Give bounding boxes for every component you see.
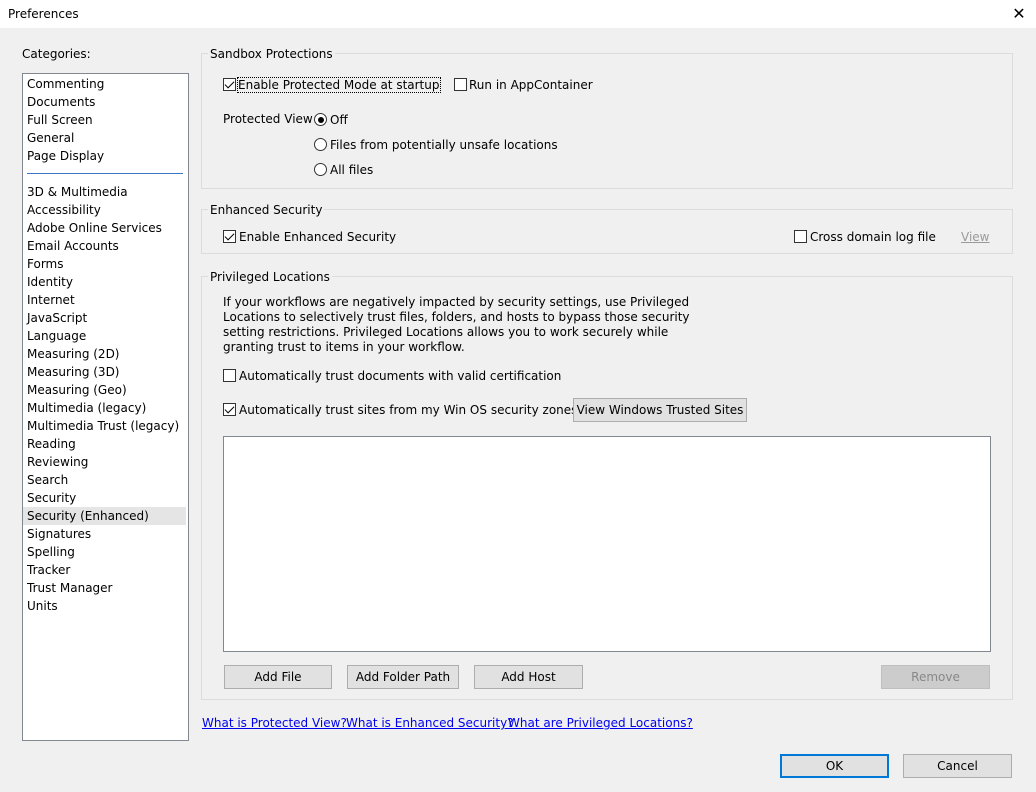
sidebar-item-documents[interactable]: Documents bbox=[23, 93, 186, 111]
enhanced-security-label[interactable]: Enable Enhanced Security bbox=[239, 230, 396, 244]
sidebar-item-units[interactable]: Units bbox=[23, 597, 186, 615]
protected-view-label: Protected View bbox=[223, 112, 313, 126]
categories-list[interactable]: Commenting Documents Full Screen General Pag… bbox=[22, 73, 189, 741]
sidebar-item-email-accounts[interactable]: Email Accounts bbox=[23, 237, 186, 255]
sidebar-item-multimedia-legacy[interactable]: Multimedia (legacy) bbox=[23, 399, 186, 417]
add-folder-path-button[interactable]: Add Folder Path bbox=[347, 665, 459, 689]
sidebar-item-security[interactable]: Security bbox=[23, 489, 186, 507]
privileged-locations-title: Privileged Locations bbox=[208, 270, 332, 284]
privileged-locations-list[interactable] bbox=[223, 436, 991, 652]
sidebar-item-internet[interactable]: Internet bbox=[23, 291, 186, 309]
window-title: Preferences bbox=[8, 7, 79, 21]
protected-mode-label[interactable]: Enable Protected Mode at startup bbox=[237, 77, 441, 93]
app-container-checkbox[interactable] bbox=[454, 78, 467, 91]
sandbox-protections-title: Sandbox Protections bbox=[208, 47, 335, 61]
sidebar-item-measuring-geo[interactable]: Measuring (Geo) bbox=[23, 381, 186, 399]
trust-sites-checkbox[interactable] bbox=[223, 403, 236, 416]
pv-unsafe-label[interactable]: Files from potentially unsafe locations bbox=[330, 138, 558, 152]
title-bar: Preferences ✕ bbox=[0, 0, 1036, 28]
sidebar-item-identity[interactable]: Identity bbox=[23, 273, 186, 291]
view-log-link[interactable]: View bbox=[961, 230, 989, 244]
enhanced-security-help-link[interactable]: What is Enhanced Security? bbox=[346, 716, 514, 730]
sidebar-item-multimedia-trust-legacy[interactable]: Multimedia Trust (legacy) bbox=[23, 417, 186, 435]
sidebar-item-full-screen[interactable]: Full Screen bbox=[23, 111, 186, 129]
add-file-button[interactable]: Add File bbox=[224, 665, 332, 689]
privileged-locations-help-link[interactable]: What are Privileged Locations? bbox=[508, 716, 693, 730]
categories-separator bbox=[27, 173, 183, 174]
protected-view-help-link[interactable]: What is Protected View? bbox=[202, 716, 347, 730]
pv-unsafe-radio[interactable] bbox=[314, 138, 327, 151]
remove-button: Remove bbox=[881, 665, 990, 689]
sidebar-item-spelling[interactable]: Spelling bbox=[23, 543, 186, 561]
trust-cert-label[interactable]: Automatically trust documents with valid… bbox=[239, 369, 561, 383]
sidebar-item-search[interactable]: Search bbox=[23, 471, 186, 489]
protected-mode-checkbox[interactable] bbox=[223, 78, 236, 91]
close-icon[interactable]: ✕ bbox=[1006, 2, 1032, 26]
sidebar-item-javascript[interactable]: JavaScript bbox=[23, 309, 186, 327]
pv-all-label[interactable]: All files bbox=[330, 163, 373, 177]
pv-off-label[interactable]: Off bbox=[330, 113, 348, 127]
sidebar-item-security-enhanced[interactable]: Security (Enhanced) bbox=[23, 507, 186, 525]
sidebar-item-page-display[interactable]: Page Display bbox=[23, 147, 186, 165]
enhanced-security-title: Enhanced Security bbox=[208, 203, 325, 217]
view-trusted-sites-button[interactable]: View Windows Trusted Sites bbox=[573, 398, 747, 422]
sidebar-item-language[interactable]: Language bbox=[23, 327, 186, 345]
cross-domain-checkbox[interactable] bbox=[794, 230, 807, 243]
sidebar-item-general[interactable]: General bbox=[23, 129, 186, 147]
ok-button[interactable]: OK bbox=[780, 754, 889, 778]
sidebar-item-signatures[interactable]: Signatures bbox=[23, 525, 186, 543]
sidebar-item-measuring-2d[interactable]: Measuring (2D) bbox=[23, 345, 186, 363]
privileged-description: If your workflows are negatively impacte… bbox=[223, 295, 690, 354]
sidebar-item-trust-manager[interactable]: Trust Manager bbox=[23, 579, 186, 597]
sidebar-item-adobe-online-services[interactable]: Adobe Online Services bbox=[23, 219, 186, 237]
add-host-button[interactable]: Add Host bbox=[474, 665, 583, 689]
app-container-label[interactable]: Run in AppContainer bbox=[469, 78, 593, 92]
trust-sites-label[interactable]: Automatically trust sites from my Win OS… bbox=[239, 403, 577, 417]
sidebar-item-forms[interactable]: Forms bbox=[23, 255, 186, 273]
pv-off-radio[interactable] bbox=[314, 113, 327, 126]
sidebar-item-tracker[interactable]: Tracker bbox=[23, 561, 186, 579]
categories-label: Categories: bbox=[22, 47, 91, 61]
sidebar-item-commenting[interactable]: Commenting bbox=[23, 75, 186, 93]
cancel-button[interactable]: Cancel bbox=[903, 754, 1012, 778]
sidebar-item-measuring-3d[interactable]: Measuring (3D) bbox=[23, 363, 186, 381]
sidebar-item-accessibility[interactable]: Accessibility bbox=[23, 201, 186, 219]
pv-all-radio[interactable] bbox=[314, 163, 327, 176]
sidebar-item-reviewing[interactable]: Reviewing bbox=[23, 453, 186, 471]
sidebar-item-reading[interactable]: Reading bbox=[23, 435, 186, 453]
trust-cert-checkbox[interactable] bbox=[223, 369, 236, 382]
sidebar-item-3d-multimedia[interactable]: 3D & Multimedia bbox=[23, 183, 186, 201]
enhanced-security-checkbox[interactable] bbox=[223, 230, 236, 243]
cross-domain-label[interactable]: Cross domain log file bbox=[810, 230, 936, 244]
